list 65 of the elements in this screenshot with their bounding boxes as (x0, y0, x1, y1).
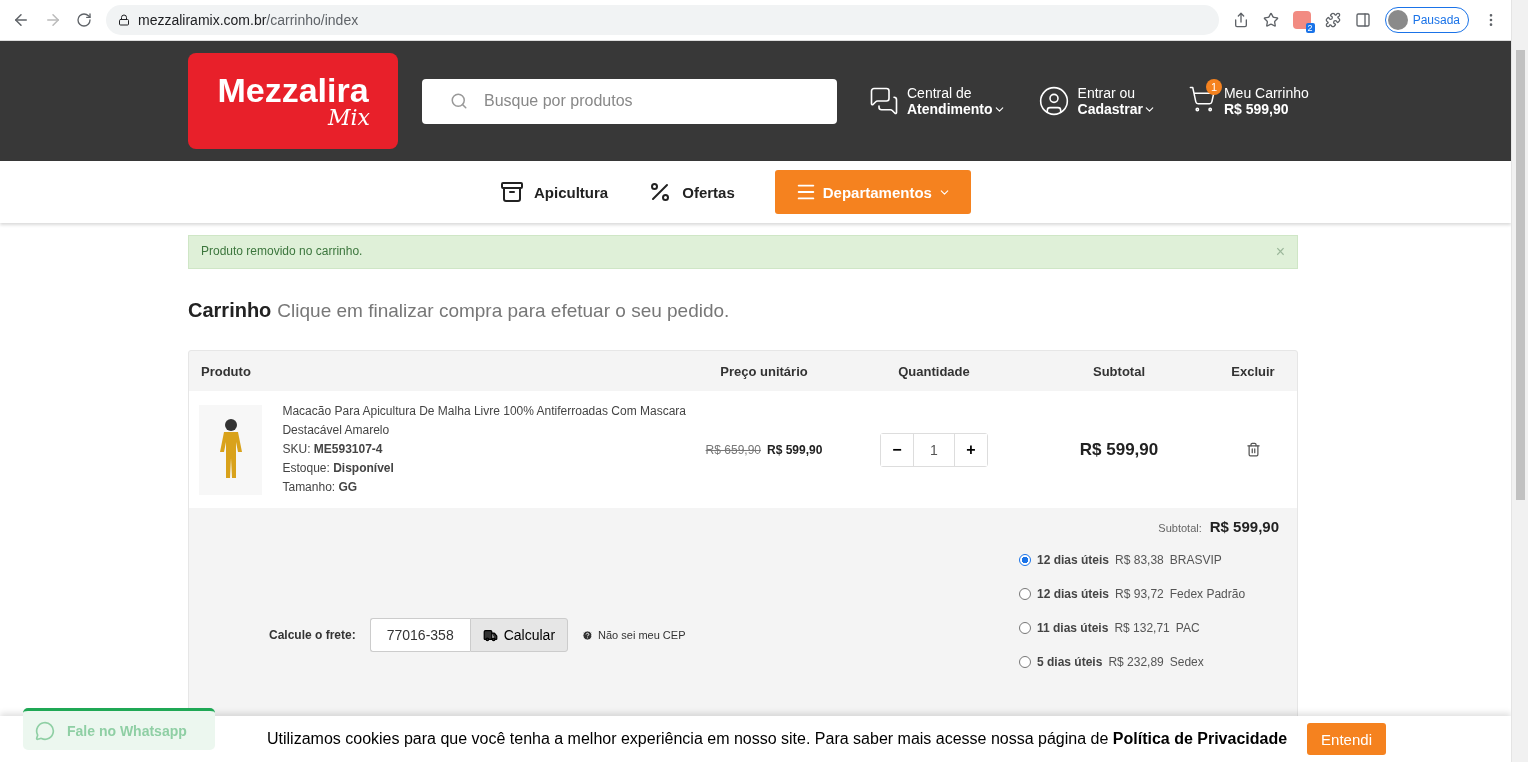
radio-button[interactable] (1019, 622, 1031, 634)
scrollbar[interactable] (1511, 0, 1528, 762)
truck-icon (482, 627, 498, 643)
shipping-option[interactable]: 12 dias úteis R$ 93,72 Fedex Padrão (1019, 585, 1279, 603)
register-menu[interactable]: Cadastrar (1077, 101, 1156, 117)
chat-icon[interactable] (869, 86, 899, 116)
bookmark-star-icon[interactable] (1262, 12, 1279, 28)
user-icon[interactable] (1037, 85, 1070, 117)
shipping-option[interactable]: 12 dias úteis R$ 83,38 BRASVIP (1019, 551, 1279, 569)
shipping-option[interactable]: 5 dias úteis R$ 232,89 Sedex (1019, 653, 1279, 671)
nav-link[interactable]: Ofertas (648, 180, 735, 204)
store-logo[interactable]: Mezzalira Mix (188, 53, 398, 149)
page-title: Carrinho (188, 299, 272, 322)
delete-button[interactable] (1245, 442, 1261, 457)
column-header: Preço unitário (719, 363, 809, 379)
subtotal-value: R$ 599,90 (1209, 518, 1279, 535)
product-stock: Estoque: Disponível (282, 460, 395, 477)
extensions-icon[interactable] (1324, 12, 1341, 28)
help-icon (582, 629, 594, 641)
radio-button[interactable] (1019, 656, 1031, 668)
search-field[interactable]: Busque por produtos (422, 78, 837, 124)
row-subtotal: R$ 599,90 (1078, 439, 1160, 460)
old-price: R$ 659,90 (705, 442, 761, 457)
radio-button[interactable] (1019, 588, 1031, 600)
reload-icon[interactable] (76, 12, 92, 28)
column-header: Produto (200, 363, 252, 379)
cart-label[interactable]: Meu Carrinho (1223, 85, 1309, 101)
address-bar[interactable]: mezzaliramix.com.br/carrinho/index (106, 5, 1219, 35)
avatar (1387, 10, 1408, 30)
login-label[interactable]: Entrar ou (1077, 85, 1156, 101)
chat-bubble-icon (35, 720, 55, 741)
side-panel-icon[interactable] (1354, 12, 1371, 28)
zip-help-link[interactable]: Não sei meu CEP (582, 629, 686, 641)
subtotal-label: Subtotal: (1158, 522, 1202, 534)
alert-message: Produto removido no carrinho. (201, 244, 363, 260)
column-header: Excluir (1230, 363, 1276, 379)
quantity-field[interactable]: 1 (913, 433, 955, 466)
zip-code-field[interactable]: 77016-358 (369, 618, 470, 652)
cart-icon[interactable] (1187, 85, 1216, 113)
service-menu[interactable]: Atendimento (907, 101, 1006, 117)
extension-badge: 2 (1305, 23, 1315, 33)
product-sku: SKU: ME593107-4 (282, 441, 384, 458)
shipping-option[interactable]: 11 dias úteis R$ 132,71 PAC (1019, 619, 1279, 637)
cart-count-badge: 1 (1205, 79, 1222, 95)
quantity-stepper[interactable]: − 1 + (880, 432, 988, 467)
column-header: Quantidade (897, 363, 971, 379)
lock-icon (118, 14, 130, 26)
product-size: Tamanho: GG (282, 479, 359, 496)
back-icon[interactable] (12, 11, 30, 29)
trash-icon (1245, 442, 1261, 457)
scrollbar-thumb[interactable] (1515, 50, 1525, 500)
cart-total[interactable]: R$ 599,90 (1223, 101, 1309, 117)
cookie-notice: Utilizamos cookies para que você tenha a melhor experiência em nosso site. Para saber mais acesse nossa página de Política de Privacidade (267, 730, 1288, 748)
calculate-button[interactable]: Calcular (469, 618, 569, 652)
url-text: mezzaliramix.com.br/carrinho/index (138, 12, 359, 28)
nav-link[interactable]: Apicultura (500, 180, 609, 204)
radio-button[interactable] (1019, 554, 1031, 566)
share-icon[interactable] (1232, 12, 1249, 28)
column-header: Subtotal (1092, 363, 1146, 379)
unit-price: R$ 599,90 (767, 442, 823, 457)
service-label[interactable]: Central de (907, 85, 1006, 101)
product-name[interactable]: Macacão Para Apicultura De Malha Livre 100% Antiferroadas Com Mascara Destacável Amarelo (282, 402, 689, 440)
shipping-label: Calcule o frete: (269, 628, 356, 642)
page-subtitle: Clique em finalizar compra para efetuar o seu pedido. (277, 300, 730, 322)
search-icon (450, 91, 468, 110)
